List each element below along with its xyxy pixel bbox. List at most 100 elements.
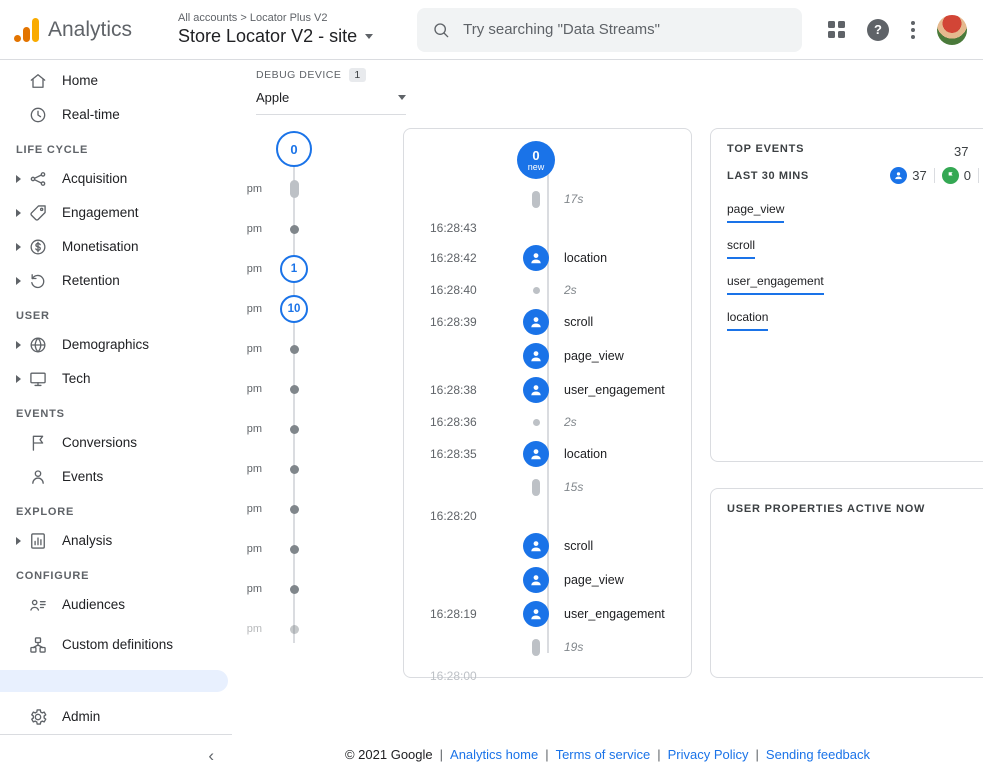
minute-dot-marker[interactable] (290, 505, 299, 514)
event-marker-icon[interactable] (523, 245, 549, 271)
event-marker-icon[interactable] (523, 441, 549, 467)
event-name[interactable]: scroll (564, 539, 593, 553)
sidebar-item-events[interactable]: Events (0, 460, 232, 494)
minute-count-bubble[interactable]: 1 (280, 255, 308, 283)
flag-icon (945, 170, 956, 181)
top-event-row[interactable]: scroll (727, 236, 983, 259)
property-switcher[interactable]: All accounts > Locator Plus V2 Store Loc… (178, 12, 373, 47)
expand-arrow-icon[interactable] (10, 341, 26, 349)
metric-chip-conversions[interactable]: 0 (942, 167, 971, 184)
event-name[interactable]: user_engagement (564, 607, 665, 621)
person-icon (528, 538, 544, 554)
top-events-total: 37 (954, 144, 968, 159)
top-event-name[interactable]: location (727, 310, 768, 331)
event-marker-icon[interactable] (523, 377, 549, 403)
minute-capsule-marker[interactable] (290, 180, 299, 198)
top-events-title: TOP EVENTS (727, 143, 983, 155)
minute-count-bubble[interactable]: 0 (276, 131, 312, 167)
event-name[interactable]: page_view (564, 349, 624, 363)
minute-row[interactable]: 0 (232, 129, 400, 169)
event-marker-icon[interactable] (523, 601, 549, 627)
sidebar-section-header-configure: CONFIGURE (0, 558, 232, 588)
expand-arrow-icon[interactable] (10, 375, 26, 383)
sidebar-item-acquisition[interactable]: Acquisition (0, 162, 232, 196)
minute-dot-marker[interactable] (290, 345, 299, 354)
sidebar-item-engagement[interactable]: Engagement (0, 196, 232, 230)
audiences-icon (28, 595, 48, 615)
sidebar-item-analysis[interactable]: Analysis (0, 524, 232, 558)
sidebar-section-header-events: EVENTS (0, 396, 232, 426)
expand-arrow-icon[interactable] (10, 243, 26, 251)
minute-time-label: pm (232, 503, 262, 515)
seconds-timeline-row: 16:28:00 (404, 663, 691, 689)
top-event-name[interactable]: user_engagement (727, 274, 824, 295)
event-name[interactable]: location (564, 251, 607, 265)
minute-row[interactable]: pm10 (232, 289, 400, 329)
help-button[interactable]: ? (867, 19, 889, 41)
event-marker-icon[interactable] (523, 533, 549, 559)
sidebar-item-admin[interactable]: Admin (0, 700, 232, 734)
event-marker-icon[interactable] (523, 567, 549, 593)
apps-grid-icon[interactable] (828, 21, 845, 38)
search-input[interactable] (461, 20, 788, 39)
minute-row[interactable]: pm (232, 409, 400, 449)
device-select[interactable]: Apple (256, 90, 406, 115)
minute-row[interactable]: pm (232, 329, 400, 369)
minute-row[interactable]: pm (232, 169, 400, 209)
minute-dot-marker[interactable] (290, 385, 299, 394)
minute-row[interactable]: pm (232, 569, 400, 609)
sidebar-item-retention[interactable]: Retention (0, 264, 232, 298)
sidebar-item-real-time[interactable]: Real-time (0, 98, 232, 132)
footer-link-privacy-policy[interactable]: Privacy Policy (668, 747, 749, 762)
event-marker-icon[interactable] (523, 343, 549, 369)
sidebar-item-audiences[interactable]: Audiences (0, 588, 232, 622)
sidebar-item-label: Admin (62, 709, 100, 726)
top-event-row[interactable]: user_engagement (727, 272, 983, 295)
more-options-button[interactable] (911, 21, 915, 39)
expand-arrow-icon[interactable] (10, 537, 26, 545)
minute-dot-marker[interactable] (290, 225, 299, 234)
event-name[interactable]: scroll (564, 315, 593, 329)
minute-row[interactable]: pm (232, 529, 400, 569)
footer-link-terms-of-service[interactable]: Terms of service (556, 747, 651, 762)
sidebar-collapse-button[interactable]: ‹ (0, 734, 232, 776)
top-event-name[interactable]: scroll (727, 238, 755, 259)
top-event-name[interactable]: page_view (727, 202, 784, 223)
analytics-logo[interactable]: Analytics (0, 18, 164, 42)
minute-dot-marker[interactable] (290, 585, 299, 594)
top-event-row[interactable]: page_view (727, 200, 983, 223)
avatar[interactable] (937, 15, 967, 45)
sidebar-item-home[interactable]: Home (0, 64, 232, 98)
sidebar-item-demographics[interactable]: Demographics (0, 328, 232, 362)
footer-link-sending-feedback[interactable]: Sending feedback (766, 747, 870, 762)
minute-dot-marker[interactable] (290, 465, 299, 474)
minute-row[interactable]: pm (232, 369, 400, 409)
chip-divider (934, 168, 935, 183)
expand-arrow-icon[interactable] (10, 277, 26, 285)
sidebar-item-conversions[interactable]: Conversions (0, 426, 232, 460)
expand-arrow-icon[interactable] (10, 175, 26, 183)
minute-row[interactable]: pm (232, 449, 400, 489)
event-name[interactable]: page_view (564, 573, 624, 587)
minute-dot-marker[interactable] (290, 545, 299, 554)
minute-row[interactable]: pm1 (232, 249, 400, 289)
search-bar[interactable] (417, 8, 802, 52)
expand-arrow-icon[interactable] (10, 209, 26, 217)
metric-chip-all-events[interactable]: 37 (890, 167, 926, 184)
sidebar-item-tech[interactable]: Tech (0, 362, 232, 396)
sidebar-selected-highlight[interactable] (0, 670, 228, 692)
minute-count-bubble[interactable]: 10 (280, 295, 308, 323)
top-event-row[interactable]: location (727, 308, 983, 331)
minute-row[interactable]: pm (232, 609, 400, 649)
sidebar-item-custom-definitions[interactable]: Custom definitions (0, 622, 232, 668)
minute-dot-marker[interactable] (290, 425, 299, 434)
minute-row[interactable]: pm (232, 489, 400, 529)
event-marker-icon[interactable] (523, 309, 549, 335)
sidebar-item-monetisation[interactable]: Monetisation (0, 230, 232, 264)
footer-link-analytics-home[interactable]: Analytics home (450, 747, 538, 762)
event-name[interactable]: user_engagement (564, 383, 665, 397)
event-name[interactable]: location (564, 447, 607, 461)
minute-dot-marker[interactable] (290, 625, 299, 634)
new-events-bubble[interactable]: 0new (517, 141, 555, 179)
minute-row[interactable]: pm (232, 209, 400, 249)
